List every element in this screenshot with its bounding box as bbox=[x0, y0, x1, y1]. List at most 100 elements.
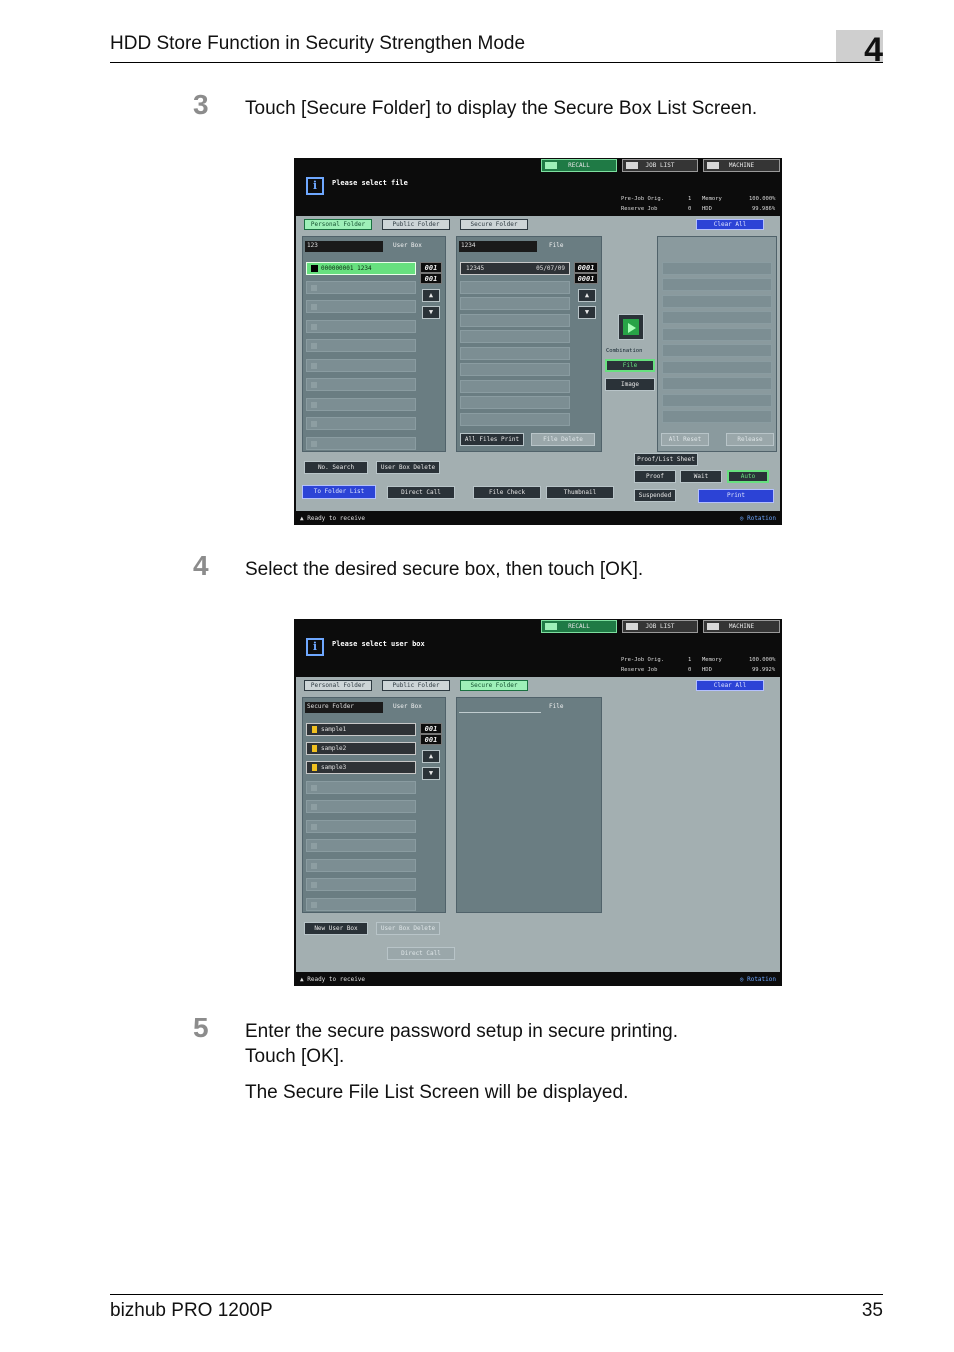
clear-all-button[interactable]: Clear All bbox=[696, 219, 764, 230]
all-files-print-button[interactable]: All Files Print bbox=[460, 433, 524, 446]
list-item[interactable] bbox=[460, 281, 570, 294]
list-item[interactable] bbox=[306, 281, 416, 294]
list-item[interactable] bbox=[460, 314, 570, 327]
list-item[interactable] bbox=[306, 898, 416, 911]
list-item[interactable] bbox=[306, 398, 416, 411]
list-item[interactable] bbox=[306, 339, 416, 352]
file-mode-button[interactable]: File bbox=[605, 359, 655, 372]
thumbnail-button[interactable]: Thumbnail bbox=[546, 486, 614, 499]
list-item[interactable] bbox=[662, 278, 772, 291]
direct-call-button[interactable]: Direct Call bbox=[387, 947, 455, 960]
user-box-delete-button[interactable]: User Box Delete bbox=[376, 922, 440, 935]
rotation-indicator[interactable]: ◎ Rotation bbox=[740, 974, 776, 985]
new-user-box-button[interactable]: New User Box bbox=[304, 922, 368, 935]
list-item[interactable] bbox=[460, 363, 570, 376]
tab-public-folder[interactable]: Public Folder bbox=[382, 219, 450, 230]
list-item[interactable] bbox=[306, 878, 416, 891]
list-item[interactable] bbox=[460, 413, 570, 426]
rotation-indicator[interactable]: ◎ Rotation bbox=[740, 513, 776, 524]
list-item[interactable] bbox=[460, 297, 570, 310]
list-item[interactable] bbox=[306, 820, 416, 833]
user-box-field[interactable]: 123 bbox=[305, 241, 383, 252]
file-field[interactable]: 1234 bbox=[459, 241, 537, 252]
list-item[interactable] bbox=[306, 800, 416, 813]
selected-user-box[interactable]: 000000001 1234 bbox=[306, 262, 416, 275]
file-delete-button[interactable]: File Delete bbox=[531, 433, 595, 446]
step-text-line2: Touch [OK]. bbox=[245, 1046, 345, 1067]
tab-personal-folder[interactable]: Personal Folder bbox=[304, 219, 372, 230]
auto-button[interactable]: Auto bbox=[727, 470, 769, 483]
list-item[interactable] bbox=[306, 437, 416, 450]
list-item[interactable] bbox=[460, 396, 570, 409]
list-item[interactable] bbox=[460, 330, 570, 343]
list-item[interactable] bbox=[662, 328, 772, 341]
user-box-delete-button[interactable]: User Box Delete bbox=[376, 461, 440, 474]
list-item[interactable] bbox=[662, 410, 772, 423]
status-hdd-value: 99.992% bbox=[752, 667, 776, 673]
image-mode-button[interactable]: Image bbox=[605, 378, 655, 391]
job-list-button[interactable]: JOB LIST bbox=[622, 620, 698, 633]
file-scroll-down-button[interactable]: ▼ bbox=[578, 306, 596, 319]
status-reserve-label: Reserve Job bbox=[621, 667, 658, 673]
step-text: Select the desired secure box, then touc… bbox=[245, 559, 644, 580]
print-button[interactable]: Print bbox=[698, 489, 774, 503]
recall-button[interactable]: RECALL bbox=[541, 620, 617, 633]
file-check-button[interactable]: File Check bbox=[473, 486, 541, 499]
to-folder-list-button[interactable]: To Folder List bbox=[302, 485, 376, 499]
list-item[interactable] bbox=[306, 359, 416, 372]
tab-secure-folder[interactable]: Secure Folder bbox=[460, 219, 528, 230]
machine-button[interactable]: MACHINE bbox=[703, 620, 780, 633]
list-item[interactable] bbox=[306, 378, 416, 391]
clear-all-button[interactable]: Clear All bbox=[696, 680, 764, 691]
list-item[interactable] bbox=[662, 377, 772, 390]
scroll-up-button[interactable]: ▲ bbox=[422, 750, 440, 763]
scroll-up-button[interactable]: ▲ bbox=[422, 289, 440, 302]
list-item[interactable] bbox=[306, 859, 416, 872]
status-hdd-label: HDD bbox=[702, 667, 712, 673]
user-box-panel: 123 User Box 000000001 1234 001 001 ▲ ▼ bbox=[302, 236, 446, 452]
scroll-down-button[interactable]: ▼ bbox=[422, 767, 440, 780]
list-item[interactable] bbox=[306, 839, 416, 852]
list-item[interactable] bbox=[662, 311, 772, 324]
file-entry[interactable]: 12345 05/07/09 bbox=[460, 262, 570, 275]
file-scroll-up-button[interactable]: ▲ bbox=[578, 289, 596, 302]
list-item[interactable] bbox=[306, 417, 416, 430]
list-item[interactable] bbox=[460, 380, 570, 393]
user-box-field[interactable]: Secure Folder bbox=[305, 702, 383, 713]
tab-secure-folder[interactable]: Secure Folder bbox=[460, 680, 528, 691]
scroll-down-button[interactable]: ▼ bbox=[422, 306, 440, 319]
release-button[interactable]: Release bbox=[726, 433, 774, 446]
status-hdd-label: HDD bbox=[702, 206, 712, 212]
status-prejob-label: Pre-Job Orig. bbox=[621, 196, 665, 202]
list-item[interactable] bbox=[460, 347, 570, 360]
proof-button[interactable]: Proof bbox=[634, 470, 676, 483]
list-item[interactable] bbox=[306, 781, 416, 794]
suspended-button[interactable]: Suspended bbox=[634, 489, 676, 502]
recall-button[interactable]: RECALL bbox=[541, 159, 617, 172]
tab-public-folder[interactable]: Public Folder bbox=[382, 680, 450, 691]
wait-button[interactable]: Wait bbox=[680, 470, 722, 483]
secure-box-item[interactable]: sample1 bbox=[306, 723, 416, 736]
secure-box-item[interactable]: sample2 bbox=[306, 742, 416, 755]
all-reset-button[interactable]: All Reset bbox=[661, 433, 709, 446]
list-item[interactable] bbox=[662, 262, 772, 275]
proof-list-sheet-button[interactable]: Proof/List Sheet bbox=[634, 453, 698, 466]
list-item[interactable] bbox=[662, 361, 772, 374]
file-field[interactable] bbox=[459, 702, 541, 713]
list-item[interactable] bbox=[662, 295, 772, 308]
tab-personal-folder[interactable]: Personal Folder bbox=[304, 680, 372, 691]
machine-button[interactable]: MACHINE bbox=[703, 159, 780, 172]
list-item[interactable] bbox=[306, 300, 416, 313]
list-item[interactable] bbox=[306, 320, 416, 333]
chapter-number: 4 bbox=[864, 31, 883, 69]
page-count-total: 001 bbox=[420, 273, 442, 284]
add-to-combination-button[interactable] bbox=[618, 314, 644, 340]
direct-call-button[interactable]: Direct Call bbox=[387, 486, 455, 499]
no-search-button[interactable]: No. Search bbox=[304, 461, 368, 474]
screen-body: Personal Folder Public Folder Secure Fol… bbox=[296, 216, 780, 511]
job-list-button[interactable]: JOB LIST bbox=[622, 159, 698, 172]
secure-box-item[interactable]: sample3 bbox=[306, 761, 416, 774]
list-item[interactable] bbox=[662, 394, 772, 407]
footer-rule bbox=[110, 1294, 883, 1295]
list-item[interactable] bbox=[662, 344, 772, 357]
